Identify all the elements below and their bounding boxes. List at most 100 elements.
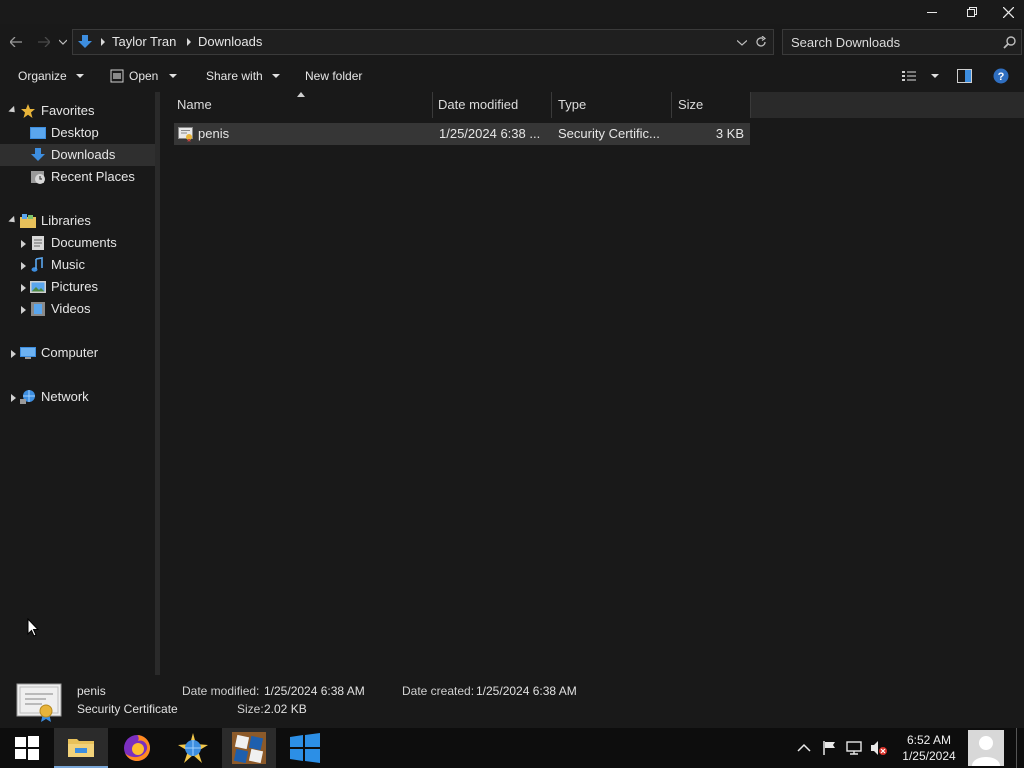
column-header-date-modified[interactable]: Date modified (438, 92, 550, 118)
taskbar-firefox[interactable] (110, 728, 164, 768)
breadcrumb-separator-icon (187, 38, 191, 46)
clock-date: 1/25/2024 (902, 749, 956, 763)
breadcrumb-taylor-tran[interactable]: Taylor Tran (112, 30, 176, 54)
nav-desktop[interactable]: Desktop (30, 122, 150, 144)
network-status-icon[interactable] (846, 740, 862, 756)
expand-arrow-icon[interactable] (21, 240, 26, 248)
chevron-down-icon[interactable] (737, 40, 747, 46)
minimize-button[interactable] (912, 0, 952, 24)
column-separator[interactable] (432, 92, 433, 118)
expand-arrow-icon[interactable] (11, 394, 16, 402)
address-row: Taylor Tran Downloads Search Downloads (0, 24, 1024, 60)
chevron-down-icon (271, 74, 280, 78)
nav-documents[interactable]: Documents (30, 232, 150, 254)
windows-tiles-icon (290, 733, 320, 763)
expand-arrow-icon[interactable] (21, 262, 26, 270)
volume-muted-icon[interactable] (870, 740, 888, 756)
close-icon (1002, 6, 1014, 18)
chevron-down-icon (169, 74, 178, 78)
address-bar[interactable]: Taylor Tran Downloads (72, 29, 774, 55)
new-folder-button[interactable]: New folder (305, 67, 362, 85)
navigation-pane: Favorites Desktop Downloads Recent Place… (0, 92, 158, 675)
computer-icon (20, 347, 36, 359)
change-view-button[interactable] (902, 67, 939, 85)
details-date-modified: 1/25/2024 6:38 AM (264, 684, 365, 698)
firefox-icon (124, 735, 150, 761)
recent-locations-button[interactable] (58, 30, 68, 54)
nav-downloads[interactable]: Downloads (0, 144, 156, 166)
mouse-cursor-icon (27, 618, 39, 637)
taskbar-windows-app[interactable] (278, 728, 332, 768)
nav-libraries[interactable]: Libraries (20, 210, 150, 232)
pictures-icon (30, 281, 46, 293)
open-button[interactable]: Open (110, 67, 178, 85)
nav-network[interactable]: Network (20, 386, 150, 408)
navigation-pane-splitter[interactable] (155, 92, 160, 675)
back-button[interactable] (6, 30, 26, 54)
windows-logo-icon (15, 736, 39, 760)
taskbar-app-tiles[interactable] (222, 728, 276, 768)
preview-pane-button[interactable] (957, 67, 972, 85)
nav-recent-places[interactable]: Recent Places (30, 166, 155, 188)
libraries-icon (20, 214, 36, 228)
nav-pictures[interactable]: Pictures (30, 276, 150, 298)
sort-ascending-icon (297, 92, 305, 97)
share-with-button[interactable]: Share with (206, 67, 280, 85)
nav-videos-label: Videos (51, 301, 91, 316)
expand-arrow-icon[interactable] (8, 105, 18, 116)
details-file-type: Security Certificate (77, 702, 178, 716)
preview-pane-icon (957, 69, 972, 83)
search-icon[interactable] (1003, 36, 1016, 49)
nav-favorites-label: Favorites (41, 103, 95, 118)
system-clock[interactable]: 6:52 AM 1/25/2024 (894, 732, 964, 764)
back-arrow-icon (10, 37, 22, 47)
action-center-flag-icon[interactable] (822, 740, 838, 756)
forward-button[interactable] (34, 30, 54, 54)
nav-videos[interactable]: Videos (30, 298, 150, 320)
column-header-filler (751, 92, 1024, 118)
restore-icon (967, 7, 977, 17)
close-button[interactable] (992, 0, 1024, 24)
details-pane: penis Security Certificate Date modified… (0, 675, 1024, 728)
organize-label: Organize (18, 69, 67, 83)
taskbar-file-explorer[interactable] (54, 728, 108, 768)
music-icon (31, 257, 43, 272)
desktop-icon (30, 127, 46, 139)
clock-time: 6:52 AM (906, 733, 952, 747)
expand-arrow-icon[interactable] (21, 284, 26, 292)
command-bar: Organize Open Share with New folder ? (0, 60, 1024, 90)
downloads-arrow-icon (78, 35, 92, 48)
show-hidden-icons-chevron-icon[interactable] (797, 743, 811, 752)
expand-arrow-icon[interactable] (8, 215, 18, 226)
column-separator[interactable] (551, 92, 552, 118)
start-button[interactable] (0, 728, 54, 768)
column-header-size[interactable]: Size (678, 92, 748, 118)
nav-network-label: Network (41, 389, 89, 404)
nav-computer[interactable]: Computer (20, 342, 150, 364)
nav-favorites[interactable]: Favorites (20, 100, 150, 122)
taskbar-app-globe[interactable] (166, 728, 220, 768)
breadcrumb-separator-icon (101, 38, 105, 46)
column-header-type[interactable]: Type (558, 92, 670, 118)
details-date-modified-label: Date modified: (182, 684, 260, 698)
restore-button[interactable] (952, 0, 992, 24)
globe-star-icon (178, 733, 208, 763)
breadcrumb-downloads[interactable]: Downloads (198, 30, 262, 54)
help-button[interactable]: ? (993, 67, 1009, 85)
user-avatar[interactable] (968, 730, 1004, 766)
nav-downloads-label: Downloads (51, 147, 116, 162)
details-date-created: 1/25/2024 6:38 AM (476, 684, 577, 698)
details-date-created-label: Date created: (402, 684, 475, 698)
nav-desktop-label: Desktop (51, 125, 99, 140)
file-row[interactable]: penis 1/25/2024 6:38 ... Security Certif… (174, 123, 750, 145)
search-input[interactable]: Search Downloads (782, 29, 1022, 55)
details-file-name: penis (77, 684, 106, 698)
expand-arrow-icon[interactable] (21, 306, 26, 314)
show-desktop-button[interactable] (1016, 728, 1024, 768)
expand-arrow-icon[interactable] (11, 350, 16, 358)
details-size: 2.02 KB (264, 702, 307, 716)
column-separator[interactable] (671, 92, 672, 118)
nav-music[interactable]: Music (30, 254, 150, 276)
refresh-icon[interactable] (755, 36, 767, 48)
organize-button[interactable]: Organize (18, 67, 84, 85)
